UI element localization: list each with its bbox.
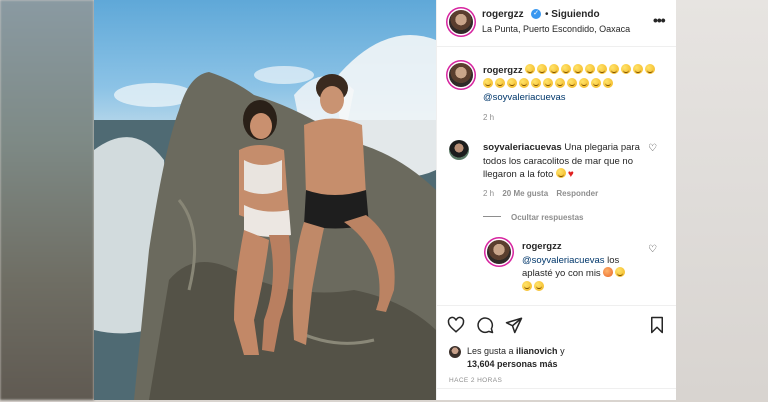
follow-status[interactable]: • Siguiendo <box>545 9 600 20</box>
grinning-face-emoji <box>543 77 553 88</box>
post-location[interactable]: La Punta, Puerto Escondido, Oaxaca <box>482 24 630 34</box>
grinning-face-emoji <box>483 77 493 88</box>
grinning-face-emoji <box>507 77 517 88</box>
grinning-face-emoji <box>609 64 620 74</box>
like-heart-icon[interactable] <box>447 316 465 334</box>
grinning-face-emoji <box>537 64 548 74</box>
grinning-face-emoji <box>525 64 536 74</box>
peach-emoji <box>603 267 614 277</box>
hide-replies-label: Ocultar respuestas <box>511 213 584 222</box>
commenter-avatar[interactable] <box>449 140 469 160</box>
grinning-face-emoji <box>549 64 560 74</box>
comment-username[interactable]: soyvaleriacuevas <box>483 142 562 153</box>
grinning-face-emoji <box>621 64 632 74</box>
caption-username[interactable]: rogergzz <box>483 65 523 76</box>
grinning-face-emoji <box>555 77 565 88</box>
comment-likes[interactable]: 20 Me gusta <box>502 189 548 198</box>
author-username[interactable]: rogergzz <box>482 9 524 20</box>
reply-text: rogergzz @soyvaleriacuevas los aplasté y… <box>522 240 642 294</box>
verified-badge-icon: ✓ <box>531 9 541 19</box>
grinning-face-emoji <box>522 280 532 291</box>
likes-prefix: Les gusta a <box>467 346 517 356</box>
likes-connector: y <box>557 346 565 356</box>
photo-illustration <box>94 35 436 400</box>
blurred-background-left <box>0 0 94 400</box>
follow-separator: • <box>545 9 549 20</box>
post-photo[interactable] <box>94 0 436 400</box>
save-bookmark-icon[interactable] <box>648 316 666 334</box>
grinning-face-emoji <box>645 64 656 74</box>
grinning-face-emoji <box>585 64 596 74</box>
comment-age: 2 h <box>483 189 495 198</box>
sweat-smile-emoji <box>615 267 626 277</box>
grinning-face-emoji <box>579 77 589 88</box>
grinning-face-emoji <box>519 77 529 88</box>
grinning-face-emoji <box>561 64 572 74</box>
likes-summary: Les gusta a ilianovich y 13,604 personas… <box>467 345 565 371</box>
liker-avatar[interactable] <box>449 346 461 358</box>
comment-text: soyvaleriacuevas Una plegaria para todos… <box>483 141 643 182</box>
grinning-face-emoji <box>567 77 577 88</box>
post-actions: Les gusta a ilianovich y 13,604 personas… <box>437 305 676 401</box>
caption-age: 2 h <box>483 113 495 122</box>
caption-text: rogergzz @soyvaleriacuevas <box>483 64 658 105</box>
reply-like-icon[interactable]: ♡ <box>648 244 657 255</box>
grinning-face-emoji <box>495 77 505 88</box>
grinning-face-emoji <box>603 77 613 88</box>
smiling-face-emoji <box>555 168 566 178</box>
comment-like-icon[interactable]: ♡ <box>648 143 657 154</box>
grinning-face-emoji <box>534 280 544 291</box>
liker-username[interactable]: ilianovich <box>516 346 558 356</box>
caption-mention[interactable]: @soyvaleriacuevas <box>483 92 566 103</box>
comments-section: rogergzz @soyvaleriacuevas 2 h soyvaleri… <box>437 47 676 305</box>
grinning-face-emoji <box>597 64 608 74</box>
author-avatar[interactable] <box>449 10 473 34</box>
post-header: rogergzz ✓ • Siguiendo La Punta, Puerto … <box>437 0 676 47</box>
comment-bubble-icon[interactable] <box>476 316 494 334</box>
follow-status-label: Siguiendo <box>551 9 600 20</box>
hide-replies-toggle[interactable]: Ocultar respuestas <box>483 213 583 222</box>
comment-meta: 2 h 20 Me gusta Responder <box>483 189 598 198</box>
blurred-background-right <box>675 0 768 400</box>
grinning-face-emoji <box>633 64 644 74</box>
reply-mention[interactable]: @soyvaleriacuevas <box>522 255 605 266</box>
likes-count[interactable]: 13,604 personas más <box>467 359 558 369</box>
grinning-face-emoji <box>531 77 541 88</box>
post-side-panel: rogergzz ✓ • Siguiendo La Punta, Puerto … <box>436 0 676 400</box>
reply-author-avatar[interactable] <box>487 240 511 264</box>
grinning-face-emoji <box>591 77 601 88</box>
replies-divider-line <box>483 216 501 217</box>
reply-username[interactable]: rogergzz <box>522 241 562 252</box>
share-send-icon[interactable] <box>505 316 523 334</box>
heart-emoji: ♥ <box>567 169 574 180</box>
more-options-icon[interactable]: ••• <box>653 12 666 28</box>
reply-button[interactable]: Responder <box>556 189 598 198</box>
caption-author-avatar[interactable] <box>449 63 473 87</box>
grinning-face-emoji <box>573 64 584 74</box>
post-timestamp[interactable]: HACE 2 HORAS <box>449 377 502 384</box>
